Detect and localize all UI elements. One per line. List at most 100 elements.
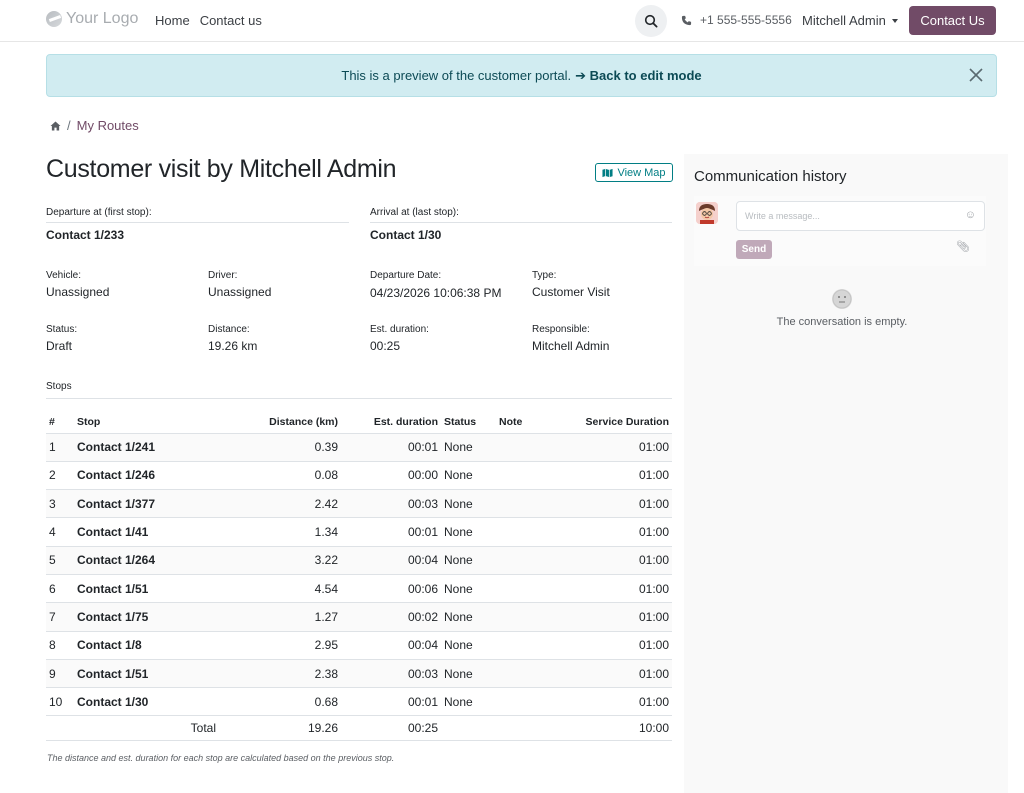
home-icon[interactable]	[50, 120, 61, 131]
table-row: 10 Contact 1/30 0.68 00:01 None 01:00	[46, 687, 672, 717]
cell-distance: 3.22	[219, 546, 341, 575]
cell-number: 4	[46, 517, 74, 547]
nav-contact-us[interactable]: Contact us	[200, 13, 262, 28]
preview-alert: This is a preview of the customer portal…	[46, 54, 997, 97]
cell-note	[496, 546, 541, 575]
cell-status: None	[441, 517, 496, 547]
cell-status: None	[441, 659, 496, 689]
table-footnote: The distance and est. duration for each …	[47, 753, 395, 763]
nav-home[interactable]: Home	[155, 13, 190, 28]
cell-est-duration: 00:06	[341, 574, 441, 604]
cell-stop: Contact 1/75	[74, 602, 219, 632]
back-to-edit-link[interactable]: ➔ Back to edit mode	[575, 68, 701, 84]
map-icon	[602, 168, 613, 177]
cell-status: None	[441, 546, 496, 575]
cell-stop: Contact 1/264	[74, 546, 219, 575]
est-duration-label: Est. duration:	[370, 324, 429, 335]
distance-value: 19.26 km	[208, 339, 258, 353]
cell-service-duration: 01:00	[541, 574, 672, 604]
table-row: 4 Contact 1/41 1.34 00:01 None 01:00	[46, 517, 672, 547]
cell-stop: Contact 1/30	[74, 687, 219, 717]
user-menu[interactable]: Mitchell Admin	[802, 13, 898, 28]
send-button[interactable]: Send	[736, 240, 772, 259]
contact-us-button[interactable]: Contact Us	[909, 6, 996, 35]
cell-note	[496, 489, 541, 519]
col-note: Note	[496, 411, 541, 434]
cell-stop: Contact 1/246	[74, 461, 219, 491]
cell-number: 8	[46, 631, 74, 660]
search-button[interactable]	[635, 5, 667, 37]
divider	[46, 222, 349, 223]
top-navbar: Your Logo Home Contact us +1 555-555-555…	[0, 0, 1024, 42]
total-distance: 19.26	[219, 715, 341, 742]
distance-label: Distance:	[208, 324, 250, 335]
emoji-icon[interactable]: ☺	[965, 209, 976, 221]
cell-distance: 2.38	[219, 659, 341, 689]
table-row: 5 Contact 1/264 3.22 00:04 None 01:00	[46, 546, 672, 575]
main-nav: Home Contact us	[155, 13, 262, 28]
cell-est-duration: 00:01	[341, 517, 441, 547]
cell-status: None	[441, 602, 496, 632]
table-row: 6 Contact 1/51 4.54 00:06 None 01:00	[46, 574, 672, 604]
cell-number: 6	[46, 574, 74, 604]
status-label: Status:	[46, 324, 78, 335]
cell-distance: 0.08	[219, 461, 341, 491]
cell-status: None	[441, 461, 496, 491]
cell-stop: Contact 1/241	[74, 433, 219, 462]
message-placeholder: Write a message...	[745, 211, 820, 221]
cell-status: None	[441, 489, 496, 519]
cell-note	[496, 687, 541, 717]
cell-distance: 1.34	[219, 517, 341, 547]
cell-est-duration: 00:01	[341, 687, 441, 717]
vehicle-value: Unassigned	[46, 285, 110, 299]
phone-icon	[681, 15, 692, 25]
communication-title: Communication history	[694, 168, 847, 185]
breadcrumb: / My Routes	[50, 118, 139, 133]
paperclip-icon[interactable]: 📎︎	[956, 240, 970, 253]
cell-distance: 2.95	[219, 631, 341, 660]
cell-stop: Contact 1/51	[74, 659, 219, 689]
chevron-down-icon	[891, 18, 898, 23]
type-label: Type:	[532, 270, 557, 281]
cell-empty	[441, 715, 496, 742]
view-map-button[interactable]: View Map	[595, 163, 673, 182]
table-row: 8 Contact 1/8 2.95 00:04 None 01:00	[46, 631, 672, 660]
phone-link[interactable]: +1 555-555-5556	[681, 13, 792, 27]
empty-conversation-icon	[832, 289, 852, 309]
cell-est-duration: 00:02	[341, 602, 441, 632]
cell-service-duration: 01:00	[541, 546, 672, 575]
cell-status: None	[441, 631, 496, 660]
driver-value: Unassigned	[208, 285, 272, 299]
total-service-duration: 10:00	[541, 715, 672, 742]
cell-empty	[496, 715, 541, 742]
cell-status: None	[441, 433, 496, 462]
status-value: Draft	[46, 339, 73, 353]
cell-note	[496, 631, 541, 660]
cell-status: None	[441, 574, 496, 604]
site-logo[interactable]: Your Logo	[46, 10, 138, 28]
cell-number: 2	[46, 461, 74, 491]
cell-service-duration: 01:00	[541, 659, 672, 689]
cell-empty	[46, 715, 74, 742]
total-est-duration: 00:25	[341, 715, 441, 742]
cell-est-duration: 00:03	[341, 489, 441, 519]
cell-est-duration: 00:03	[341, 659, 441, 689]
col-stop: Stop	[74, 411, 219, 434]
cell-note	[496, 517, 541, 547]
stops-label: Stops	[46, 381, 72, 392]
close-icon[interactable]	[968, 67, 984, 83]
col-est-duration: Est. duration	[341, 411, 441, 434]
communication-panel: Communication history Write a message...…	[684, 154, 1008, 793]
logo-text: Your Logo	[66, 10, 139, 27]
breadcrumb-my-routes[interactable]: My Routes	[77, 118, 139, 133]
stops-table: # Stop Distance (km) Est. duration Statu…	[46, 411, 672, 742]
type-value: Customer Visit	[532, 285, 610, 299]
message-input[interactable]: Write a message... ☺	[736, 201, 985, 231]
cell-stop: Contact 1/8	[74, 631, 219, 660]
cell-note	[496, 602, 541, 632]
user-name: Mitchell Admin	[802, 13, 886, 28]
cell-est-duration: 00:01	[341, 433, 441, 462]
col-number: #	[46, 411, 74, 434]
breadcrumb-separator: /	[67, 118, 71, 133]
search-icon	[644, 14, 658, 28]
